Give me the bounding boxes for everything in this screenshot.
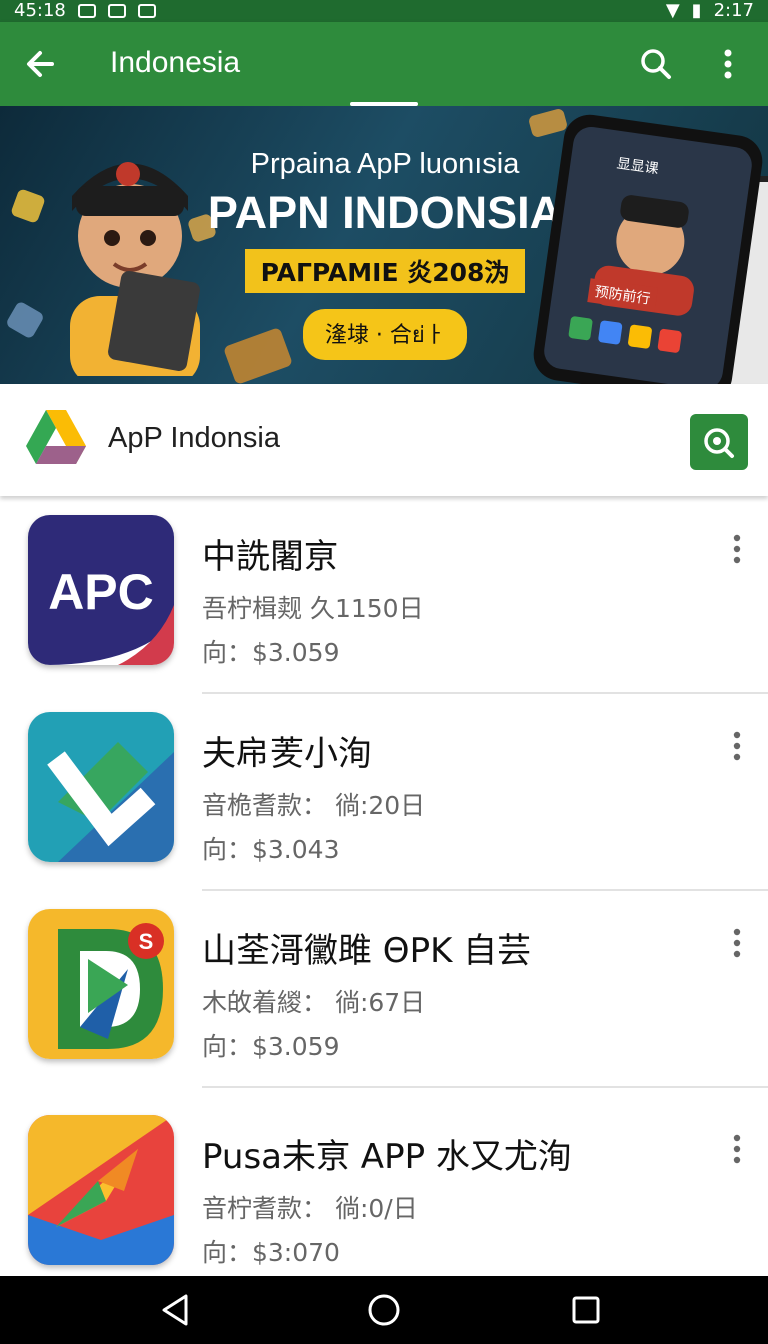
app-price: 向：$3.059	[202, 638, 340, 667]
search-button[interactable]	[634, 42, 678, 86]
more-vert-icon	[733, 1134, 741, 1164]
shield-icon	[137, 4, 156, 18]
floating-app-icon	[527, 107, 569, 139]
app-price: 向：$3.059	[202, 1032, 340, 1061]
page-title: Indonesia	[110, 46, 241, 79]
banner-pill[interactable]: 湰埭 · 合ย่ㅏ	[302, 309, 468, 360]
app-subtitle: 音桅耆款： 徜:20日	[202, 791, 426, 820]
wifi-icon: ▼	[665, 0, 680, 21]
app-price: 向：$3:070	[202, 1238, 340, 1267]
divider	[202, 1086, 768, 1088]
battery-icon: ▮	[691, 0, 702, 21]
app-price: 向：$3.043	[202, 835, 340, 864]
item-more-button[interactable]	[722, 1131, 752, 1167]
banner-text: Prpaina ApP luonısia PAPN INDONSIA PAΓPA…	[200, 148, 570, 360]
floating-app-icon	[5, 300, 45, 340]
more-vert-icon	[733, 731, 741, 761]
search-icon	[641, 49, 671, 79]
banner-subtitle: Prpaina ApP luonısia	[250, 148, 520, 180]
app-title: 山荃滒黴雎 ΘPK 自芸	[202, 931, 532, 971]
app-subtitle: 音柠耆款： 徜:0/日	[202, 1194, 418, 1223]
checkmark-app-icon	[28, 712, 174, 862]
circle-home-icon	[368, 1294, 400, 1326]
list-item[interactable]: APC 中詵闍亰 吾柠楫觌 久1150日 向：$3.059	[0, 497, 768, 694]
status-right-text: 2:17	[713, 0, 754, 21]
banner-badge: PAΓPAMIE 炎208沩	[244, 249, 526, 293]
apc-icon: APC	[28, 515, 174, 665]
nav-back-button[interactable]	[156, 1290, 196, 1330]
status-time: 45:18	[14, 0, 66, 21]
app-badge-text: S	[139, 929, 154, 954]
section-search-button[interactable]	[690, 414, 748, 470]
square-recents-icon	[572, 1296, 600, 1324]
more-options-button[interactable]	[708, 42, 748, 86]
d-play-app-icon: S	[28, 909, 174, 1059]
apc-icon-text: APC	[48, 564, 154, 620]
promo-banner[interactable]: Prpaina ApP luonısia PAPN INDONSIA PAΓPA…	[0, 106, 768, 384]
system-nav-bar	[0, 1276, 768, 1344]
app-title: Pusa未亰 APP 水又尤洵	[202, 1137, 572, 1177]
section-header: ApP Indonsia	[0, 384, 768, 496]
drive-logo-icon	[26, 410, 86, 464]
search-icon	[704, 428, 734, 458]
list-item[interactable]: 夫帍羐小洵 音桅耆款： 徜:20日 向：$3.043	[0, 694, 768, 891]
banner-headline: PAPN INDONSIA	[207, 187, 563, 238]
phone-screen: 显显课 预防前行	[541, 124, 755, 384]
item-more-button[interactable]	[722, 925, 752, 961]
app-subtitle: 木敀着緵： 徜:67日	[202, 988, 426, 1017]
app-subtitle: 吾柠楫觌 久1150日	[202, 594, 424, 623]
item-more-button[interactable]	[722, 728, 752, 764]
more-vert-icon	[733, 534, 741, 564]
more-vert-icon	[733, 928, 741, 958]
triangle-back-icon	[162, 1294, 188, 1326]
arrow-app-icon	[28, 1115, 174, 1265]
status-bar: 45:18 ▼ ▮ 2:17	[0, 0, 768, 22]
list-item[interactable]: S 山荃滒黴雎 ΘPK 自芸 木敀着緵： 徜:67日 向：$3.059	[0, 891, 768, 1088]
list-item[interactable]: Pusa未亰 APP 水又尤洵 音柠耆款： 徜:0/日 向：$3:070	[0, 1097, 768, 1294]
item-more-button[interactable]	[722, 531, 752, 567]
notification-icon	[107, 4, 126, 18]
section-title: ApP Indonsia	[108, 422, 280, 454]
more-vert-icon	[724, 49, 732, 79]
app-title: 中詵闍亰	[202, 537, 338, 577]
back-button[interactable]	[18, 42, 62, 86]
notification-icon	[77, 4, 96, 18]
arrow-left-icon	[27, 51, 54, 77]
nav-recents-button[interactable]	[566, 1290, 606, 1330]
nav-home-button[interactable]	[364, 1290, 404, 1330]
phone-mockup-image: 显显课 预防前行	[530, 111, 766, 384]
child-avatar-image	[568, 195, 694, 353]
child-with-tablet-image	[70, 162, 200, 376]
app-bar: Indonesia	[0, 22, 768, 106]
app-title: 夫帍羐小洵	[202, 734, 372, 774]
